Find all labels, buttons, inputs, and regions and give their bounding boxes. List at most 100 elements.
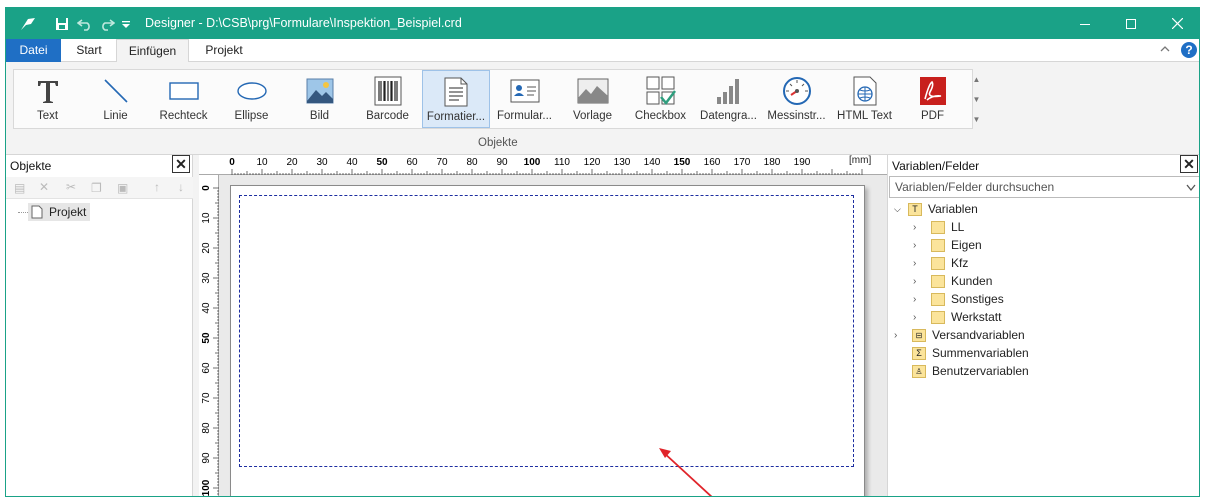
title-bar: Designer - D:\CSB\prg\Formulare\Inspekti… [6,8,1199,39]
insert-ellipse-button[interactable]: Ellipse [218,70,285,128]
tree-item-werkstatt[interactable]: › Werkstatt [913,308,1001,326]
move-down-icon[interactable]: ↓ [178,180,184,194]
ruler-label: 90 [201,452,212,464]
insert-template-button[interactable]: Vorlage [559,70,626,128]
expand-icon[interactable]: › [913,258,931,269]
help-icon[interactable]: ? [1181,42,1197,58]
insert-chart-button[interactable]: Datengra... [695,70,762,128]
expand-icon[interactable]: › [913,240,931,251]
expand-icon[interactable]: › [913,222,931,233]
folder-icon [931,274,945,288]
gallery-up-icon[interactable]: ▲ [973,75,981,84]
report-page[interactable] [230,185,865,496]
tree-item-eigen[interactable]: › Eigen [913,236,982,254]
objects-toolbar: ▤ ✕ ✂ ❐ ▣ ↑ ↓ [6,177,193,199]
folder-icon [931,292,945,306]
tree-item-benutzervariablen[interactable]: ♙ Benutzervariablen [912,362,1029,380]
insert-form-control-label: Formular... [497,110,552,122]
insert-image-button[interactable]: Bild [286,70,353,128]
tab-start[interactable]: Start [66,39,112,62]
ruler-label: 180 [764,157,781,168]
redo-icon[interactable] [97,8,117,39]
ruler-label: 60 [201,362,212,374]
insert-formatted-text-label: Formatier... [426,111,486,123]
expand-icon[interactable]: › [913,294,931,305]
ruler-label: 70 [436,157,448,168]
maximize-button[interactable] [1108,8,1154,39]
ruler-label: 50 [376,157,388,168]
insert-checkbox-button[interactable]: Checkbox [627,70,694,128]
gallery-scroll[interactable]: ▲ ▼ ▼ [971,69,982,129]
insert-gauge-button[interactable]: Messinstr... [763,70,830,128]
ruler-label: 40 [346,157,358,168]
paste-icon[interactable]: ▣ [117,181,128,195]
minimize-button[interactable] [1062,8,1108,39]
line-icon [100,75,132,107]
insert-form-control-button[interactable]: Formular... [491,70,558,128]
ruler-label: 20 [286,157,298,168]
folder-icon [931,220,945,234]
variables-panel-close-button[interactable]: ✕ [1180,155,1198,173]
ruler-label: 10 [256,157,268,168]
ruler-unit: [mm] [849,155,872,166]
variables-search-input[interactable]: Variablen/Felder durchsuchen [889,176,1199,198]
ruler-label: 30 [201,272,212,284]
tab-projekt[interactable]: Projekt [195,39,253,62]
close-button[interactable] [1154,8,1199,39]
tree-item-kfz[interactable]: › Kfz [913,254,968,272]
tab-einfuegen[interactable]: Einfügen [116,39,189,63]
move-up-icon[interactable]: ↑ [154,180,160,194]
insert-html-button[interactable]: HTML Text [831,70,898,128]
delete-icon[interactable]: ✕ [39,180,49,194]
checkbox-icon [645,75,677,107]
expand-icon[interactable]: › [913,312,931,323]
ruler-label: 160 [704,157,721,168]
ruler-label: 0 [201,185,212,191]
cut-icon[interactable]: ✂ [66,180,76,194]
search-dropdown-icon[interactable] [1186,184,1196,192]
objects-panel-close-button[interactable]: ✕ [172,155,190,173]
tree-item-summenvariablen[interactable]: Σ Summenvariablen [912,344,1029,362]
insert-line-button[interactable]: Linie [82,70,149,128]
ribbon-panel: Text Linie Rechteck Ellipse Bild Barcode [6,62,1199,155]
vertical-ruler: 0 10 20 30 40 50 60 70 80 90 100 [199,175,219,496]
objects-gallery: Text Linie Rechteck Ellipse Bild Barcode [13,69,973,129]
shipping-variables-icon: ⊟ [912,328,926,342]
image-icon [304,75,336,107]
tree-item-projekt[interactable]: Projekt [28,203,91,221]
expand-icon[interactable]: › [894,330,912,341]
ellipse-icon [236,75,268,107]
insert-text-button[interactable]: Text [14,70,81,128]
tree-item-ll-label: LL [951,220,965,234]
ribbon-group-label: Objekte [478,137,518,149]
ruler-label: 100 [524,157,541,168]
gallery-down-icon[interactable]: ▼ [973,95,981,104]
tree-item-versandvariablen[interactable]: › ⊟ Versandvariablen [894,326,1025,344]
variables-search-placeholder: Variablen/Felder durchsuchen [895,180,1055,194]
insert-rectangle-label: Rechteck [159,110,208,122]
properties-icon[interactable]: ▤ [14,181,25,195]
collapse-ribbon-icon[interactable] [1159,43,1173,57]
html-icon [849,75,881,107]
collapse-icon[interactable]: ⌵ [894,204,908,215]
quick-access-dropdown-icon[interactable] [119,8,133,39]
expand-icon[interactable]: › [913,276,931,287]
insert-rectangle-button[interactable]: Rechteck [150,70,217,128]
gallery-more-icon[interactable]: ▼ [973,115,981,124]
folder-icon [931,310,945,324]
insert-barcode-button[interactable]: Barcode [354,70,421,128]
tree-item-kunden[interactable]: › Kunden [913,272,992,290]
tree-item-variablen[interactable]: ⌵ T Variablen [894,200,978,218]
tab-datei[interactable]: Datei [6,39,61,62]
folder-icon [931,256,945,270]
insert-pdf-button[interactable]: PDF [899,70,966,128]
ruler-label: 150 [674,157,691,168]
formatted-text-icon [440,76,472,108]
save-icon[interactable] [52,8,72,39]
copy-icon[interactable]: ❐ [91,181,102,195]
ruler-label: 30 [316,157,328,168]
tree-item-sonstiges[interactable]: › Sonstiges [913,290,1004,308]
tree-item-ll[interactable]: › LL [913,218,964,236]
insert-formatted-text-button[interactable]: Formatier... [422,70,490,128]
undo-icon[interactable] [75,8,95,39]
